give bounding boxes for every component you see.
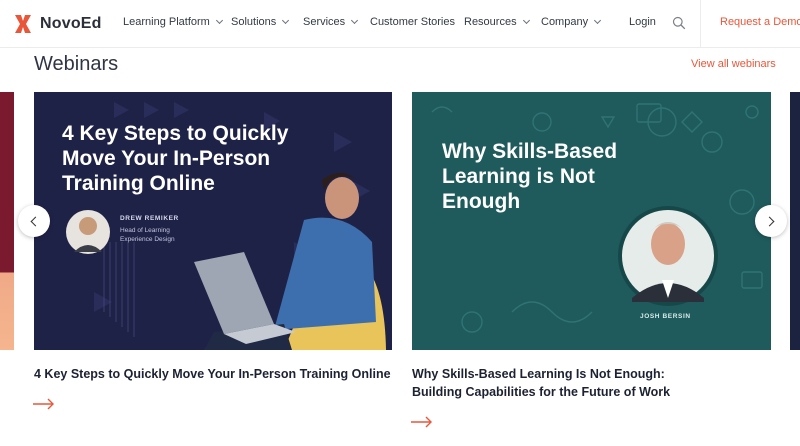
search-icon[interactable] xyxy=(672,16,686,30)
webinar-card-image[interactable]: 4 Key Steps to Quickly Move Your In-Pers… xyxy=(34,92,392,350)
arrow-right-icon[interactable] xyxy=(33,398,55,410)
chevron-left-icon xyxy=(30,216,41,226)
nav-services[interactable]: Services xyxy=(303,16,359,28)
login-link[interactable]: Login xyxy=(629,16,656,28)
carousel-next-button[interactable] xyxy=(755,205,787,237)
arrow-right-icon[interactable] xyxy=(411,416,433,428)
novoed-logo-icon xyxy=(15,15,31,33)
view-all-webinars-link[interactable]: View all webinars xyxy=(691,58,776,70)
nav-label: Company xyxy=(541,16,589,28)
chevron-down-icon xyxy=(282,16,290,25)
carousel-prev-button[interactable] xyxy=(18,205,50,237)
nav-label: Services xyxy=(303,16,346,28)
nav-label: Learning Platform xyxy=(123,16,210,28)
section-title: Webinars xyxy=(34,53,119,75)
speaker-role: Head of Learning Experience Design xyxy=(120,227,175,244)
speaker-name: DREW REMIKER xyxy=(120,215,179,222)
chevron-down-icon xyxy=(594,16,602,25)
nav-label: Resources xyxy=(464,16,517,28)
webinar-card-title[interactable]: Why Skills-Based Learning Is Not Enough:… xyxy=(412,365,712,401)
card-background-art xyxy=(431,103,763,333)
nav-customer-stories[interactable]: Customer Stories xyxy=(370,16,455,28)
logo[interactable]: NovoEd xyxy=(12,13,102,35)
logo-wordmark: NovoEd xyxy=(40,15,102,32)
request-demo-button[interactable]: Request a Demo xyxy=(720,16,800,28)
card-image-headline: 4 Key Steps to Quickly Move Your In-Pers… xyxy=(62,122,289,195)
nav-solutions[interactable]: Solutions xyxy=(231,16,290,28)
nav-company[interactable]: Company xyxy=(541,16,602,28)
nav-label: Solutions xyxy=(231,16,277,28)
nav-divider xyxy=(700,0,701,48)
top-nav: NovoEd Learning Platform Solutions Servi… xyxy=(0,0,800,48)
chevron-right-icon xyxy=(764,216,775,226)
webinar-card-title[interactable]: 4 Key Steps to Quickly Move Your In-Pers… xyxy=(34,365,394,383)
speaker-name: JOSH BERSIN xyxy=(640,313,691,320)
webinar-card-image[interactable]: Why Skills-Based Learning is Not Enough … xyxy=(412,92,771,350)
chevron-down-icon xyxy=(522,16,530,25)
card-image-headline: Why Skills-Based Learning is Not Enough xyxy=(442,140,618,213)
nav-learning-platform[interactable]: Learning Platform xyxy=(123,16,223,28)
login-label: Login xyxy=(629,16,656,28)
next-card-peek[interactable] xyxy=(790,92,800,350)
nav-resources[interactable]: Resources xyxy=(464,16,530,28)
previous-card-peek[interactable] xyxy=(0,92,14,350)
chevron-down-icon xyxy=(215,16,223,25)
chevron-down-icon xyxy=(351,16,359,25)
nav-label: Customer Stories xyxy=(370,16,455,28)
